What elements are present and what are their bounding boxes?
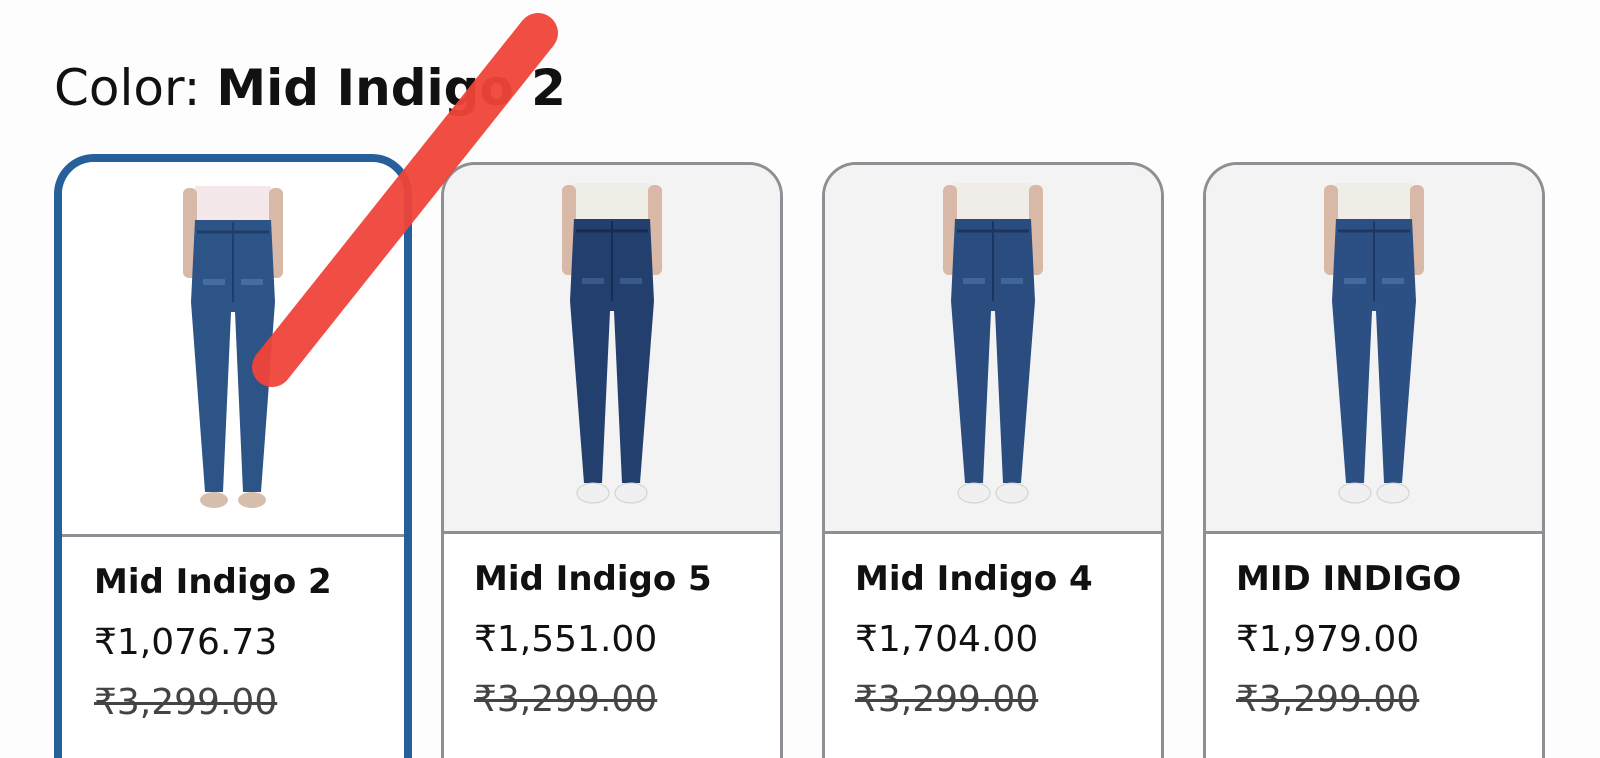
swatch-list-price: ₹3,299.00 [1236, 679, 1420, 720]
swatch-photo [825, 165, 1161, 534]
color-heading: Color: Mid Indigo 2 [54, 50, 566, 126]
color-label: Color: [54, 59, 217, 117]
swatch-list-price: ₹3,299.00 [94, 682, 278, 723]
swatch-list-price: ₹3,299.00 [855, 679, 1039, 720]
jeans-image [183, 186, 283, 508]
swatch-price: ₹1,551.00 [474, 619, 658, 660]
jeans-image [562, 183, 662, 504]
swatch-name: Mid Indigo 4 [855, 559, 1093, 599]
swatch-price: ₹1,979.00 [1236, 619, 1420, 660]
swatch-price: ₹1,704.00 [855, 619, 1039, 660]
swatch-price: ₹1,076.73 [94, 622, 278, 663]
swatch-photo [1206, 165, 1542, 534]
swatch-photo [62, 162, 404, 537]
swatch-info: Mid Indigo 2 ₹1,076.73 ₹3,299.00 [62, 537, 404, 727]
color-swatch-mid-indigo[interactable]: MID INDIGO ₹1,979.00 ₹3,299.00 [1203, 162, 1545, 758]
swatch-name: Mid Indigo 5 [474, 559, 712, 599]
color-swatch-mid-indigo-5[interactable]: Mid Indigo 5 ₹1,551.00 ₹3,299.00 [441, 162, 783, 758]
swatch-info: Mid Indigo 5 ₹1,551.00 ₹3,299.00 [444, 534, 780, 724]
jeans-image [943, 183, 1043, 504]
jeans-image [1324, 183, 1424, 504]
swatch-name: Mid Indigo 2 [94, 562, 332, 602]
swatch-list-price: ₹3,299.00 [474, 679, 658, 720]
swatch-info: Mid Indigo 4 ₹1,704.00 ₹3,299.00 [825, 534, 1161, 724]
selected-color-value: Mid Indigo 2 [216, 59, 566, 117]
swatch-photo [444, 165, 780, 534]
swatch-name: MID INDIGO [1236, 559, 1462, 599]
color-swatch-mid-indigo-4[interactable]: Mid Indigo 4 ₹1,704.00 ₹3,299.00 [822, 162, 1164, 758]
swatch-info: MID INDIGO ₹1,979.00 ₹3,299.00 [1206, 534, 1542, 724]
color-variant-selector: Color: Mid Indigo 2 Mid Indigo 2 ₹1,076.… [0, 0, 1600, 758]
color-swatch-mid-indigo-2[interactable]: Mid Indigo 2 ₹1,076.73 ₹3,299.00 [54, 154, 412, 758]
